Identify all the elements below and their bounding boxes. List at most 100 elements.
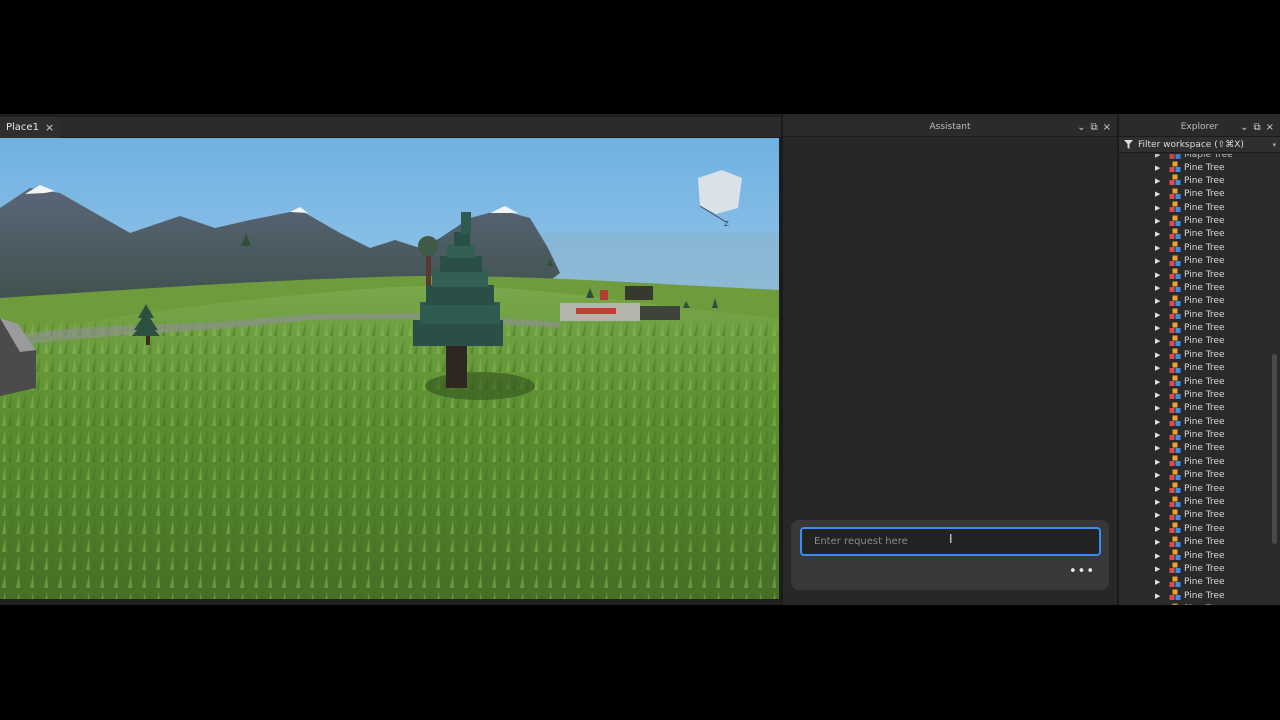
expand-arrow-icon[interactable]: ▶ bbox=[1155, 244, 1160, 252]
tree-item[interactable]: ▶Pine Tree bbox=[1119, 536, 1271, 549]
popout-icon[interactable]: ⧉ bbox=[1253, 122, 1260, 133]
close-icon[interactable]: × bbox=[1266, 122, 1274, 133]
tree-item[interactable]: ▶Pine Tree bbox=[1119, 496, 1271, 509]
tree-item-label: Pine Tree bbox=[1184, 389, 1225, 400]
expand-arrow-icon[interactable]: ▶ bbox=[1155, 230, 1160, 238]
tree-item[interactable]: ▶Pine Tree bbox=[1119, 455, 1271, 468]
expand-arrow-icon[interactable]: ▶ bbox=[1155, 444, 1160, 452]
expand-arrow-icon[interactable]: ▶ bbox=[1155, 498, 1160, 506]
expand-arrow-icon[interactable]: ▶ bbox=[1155, 418, 1160, 426]
model-icon bbox=[1169, 228, 1181, 239]
popout-icon[interactable]: ⧉ bbox=[1090, 122, 1097, 133]
expand-arrow-icon[interactable]: ▶ bbox=[1155, 404, 1160, 412]
expand-arrow-icon[interactable]: ▶ bbox=[1155, 458, 1160, 466]
expand-arrow-icon[interactable]: ▶ bbox=[1155, 511, 1160, 519]
tree-item[interactable]: ▶Pine Tree bbox=[1119, 241, 1271, 254]
tree-item[interactable]: ▶Pine Tree bbox=[1119, 509, 1271, 522]
tree-item[interactable]: ▶Pine Tree bbox=[1119, 215, 1271, 228]
tree-item[interactable]: ▶Pine Tree bbox=[1119, 562, 1271, 575]
tree-item[interactable]: ▶Pine Tree bbox=[1119, 402, 1271, 415]
explorer-tree[interactable]: ▶ Maple Tree ▶ Pine Tree ▶ Pine Tree ▶ Pine Tre… bbox=[1119, 154, 1271, 605]
tree-item[interactable]: ▶ Pine Tree bbox=[1119, 429, 1271, 442]
tree-item[interactable]: ▶Pine Tree bbox=[1119, 576, 1271, 589]
expand-arrow-icon[interactable]: ▶ bbox=[1155, 217, 1160, 225]
chevron-down-icon[interactable]: ▾ bbox=[1272, 141, 1276, 149]
expand-arrow-icon[interactable]: ▶ bbox=[1155, 324, 1160, 332]
tree-item[interactable]: ▶Pine Tree bbox=[1119, 281, 1271, 294]
expand-arrow-icon[interactable]: ▶ bbox=[1155, 204, 1160, 212]
tree-item[interactable]: ▶Pine Tree bbox=[1119, 174, 1271, 187]
expand-arrow-icon[interactable]: ▶ bbox=[1155, 284, 1160, 292]
expand-arrow-icon[interactable]: ▶ bbox=[1155, 378, 1160, 386]
tree-item[interactable]: ▶Pine Tree bbox=[1119, 375, 1271, 388]
assistant-header: Assistant ⌄ ⧉ × bbox=[783, 117, 1117, 137]
tree-item[interactable]: ▶Pine Tree bbox=[1119, 549, 1271, 562]
expand-arrow-icon[interactable]: ▶ bbox=[1155, 592, 1160, 600]
expand-arrow-icon[interactable]: ▶ bbox=[1155, 364, 1160, 372]
expand-arrow-icon[interactable]: ▶ bbox=[1155, 578, 1160, 586]
tree-item[interactable]: ▶Pine Tree bbox=[1119, 522, 1271, 535]
tree-item[interactable]: ▶ Pine Tree bbox=[1119, 188, 1271, 201]
tree-item[interactable]: ▶Pine Tree bbox=[1119, 348, 1271, 361]
expand-arrow-icon[interactable]: ▶ bbox=[1155, 538, 1160, 546]
filter-workspace-input[interactable]: Filter workspace (⇧⌘X) ▾ bbox=[1119, 137, 1280, 153]
tree-item[interactable]: ▶Pine Tree bbox=[1119, 335, 1271, 348]
tree-item[interactable]: ▶Pine Tree bbox=[1119, 161, 1271, 174]
tree-item[interactable]: ▶ Pine Tree bbox=[1119, 388, 1271, 401]
scroll-thumb[interactable] bbox=[1272, 354, 1277, 544]
tree-item-label: Pine Tree bbox=[1184, 269, 1225, 280]
chevron-down-icon[interactable]: ⌄ bbox=[1077, 122, 1085, 133]
tree-item[interactable]: ▶Pine Tree bbox=[1119, 469, 1271, 482]
expand-arrow-icon[interactable]: ▶ bbox=[1155, 485, 1160, 493]
expand-arrow-icon[interactable]: ▶ bbox=[1155, 177, 1160, 185]
model-icon bbox=[1169, 429, 1181, 440]
expand-arrow-icon[interactable]: ▶ bbox=[1155, 190, 1160, 198]
chevron-down-icon[interactable]: ⌄ bbox=[1240, 122, 1248, 133]
tree-item[interactable]: ▶Pine Tree bbox=[1119, 201, 1271, 214]
svg-text:Z: Z bbox=[724, 220, 729, 228]
tree-item[interactable]: ▶ Pine Tree bbox=[1119, 268, 1271, 281]
tree-item[interactable]: ▶Pine Tree bbox=[1119, 442, 1271, 455]
viewport-pane: Place1 × Z bbox=[0, 114, 781, 605]
more-options-button[interactable]: ••• bbox=[1069, 564, 1095, 579]
tree-item[interactable]: ▶ Maple Tree bbox=[1119, 154, 1271, 161]
tab-label: Place1 bbox=[6, 122, 39, 133]
model-icon bbox=[1169, 375, 1181, 387]
tree-item[interactable]: ▶Pine Tree bbox=[1119, 415, 1271, 428]
tree-item[interactable]: ▶Pine Tree bbox=[1119, 228, 1271, 241]
tree-item-label: Pine Tree bbox=[1184, 363, 1225, 374]
assistant-input-area: I ••• bbox=[791, 520, 1109, 590]
tab-close-icon[interactable]: × bbox=[45, 121, 54, 134]
tab-place1[interactable]: Place1 × bbox=[0, 117, 61, 138]
tree-item[interactable]: ▶Pine Tree bbox=[1119, 308, 1271, 321]
expand-arrow-icon[interactable]: ▶ bbox=[1155, 297, 1160, 305]
expand-arrow-icon[interactable]: ▶ bbox=[1155, 565, 1160, 573]
tree-item[interactable]: ▶Pine Tree bbox=[1119, 589, 1271, 602]
tree-item[interactable]: ▶Pine Tree bbox=[1119, 255, 1271, 268]
expand-arrow-icon[interactable]: ▶ bbox=[1155, 552, 1160, 560]
explorer-scrollbar[interactable] bbox=[1272, 154, 1277, 605]
tree-item[interactable]: ▶Pine Tree bbox=[1119, 295, 1271, 308]
expand-arrow-icon[interactable]: ▶ bbox=[1155, 391, 1160, 399]
request-input[interactable] bbox=[800, 527, 1101, 556]
tree-item[interactable]: ▶Pine Tree bbox=[1119, 322, 1271, 335]
expand-arrow-icon[interactable]: ▶ bbox=[1155, 525, 1160, 533]
tree-item-label: Pine Tree bbox=[1184, 189, 1225, 200]
expand-arrow-icon[interactable]: ▶ bbox=[1155, 337, 1160, 345]
model-icon bbox=[1169, 255, 1181, 266]
3d-viewport[interactable]: Z bbox=[0, 138, 779, 599]
expand-arrow-icon[interactable]: ▶ bbox=[1155, 257, 1160, 265]
expand-arrow-icon[interactable]: ▶ bbox=[1155, 154, 1160, 159]
expand-arrow-icon[interactable]: ▶ bbox=[1155, 431, 1160, 439]
expand-arrow-icon[interactable]: ▶ bbox=[1155, 311, 1160, 319]
expand-arrow-icon[interactable]: ▶ bbox=[1155, 351, 1160, 359]
expand-arrow-icon[interactable]: ▶ bbox=[1155, 164, 1160, 172]
tree-item-label: Pine Tree bbox=[1184, 430, 1225, 441]
tree-shadow bbox=[425, 372, 535, 400]
tree-item[interactable]: ▶Pine Tree bbox=[1119, 482, 1271, 495]
tree-item[interactable]: ▶ Pine Tree bbox=[1119, 362, 1271, 375]
close-icon[interactable]: × bbox=[1103, 122, 1111, 133]
expand-arrow-icon[interactable]: ▶ bbox=[1155, 471, 1160, 479]
expand-arrow-icon[interactable]: ▶ bbox=[1155, 271, 1160, 279]
tree-item[interactable]: ▶Pine Tree bbox=[1119, 603, 1271, 605]
